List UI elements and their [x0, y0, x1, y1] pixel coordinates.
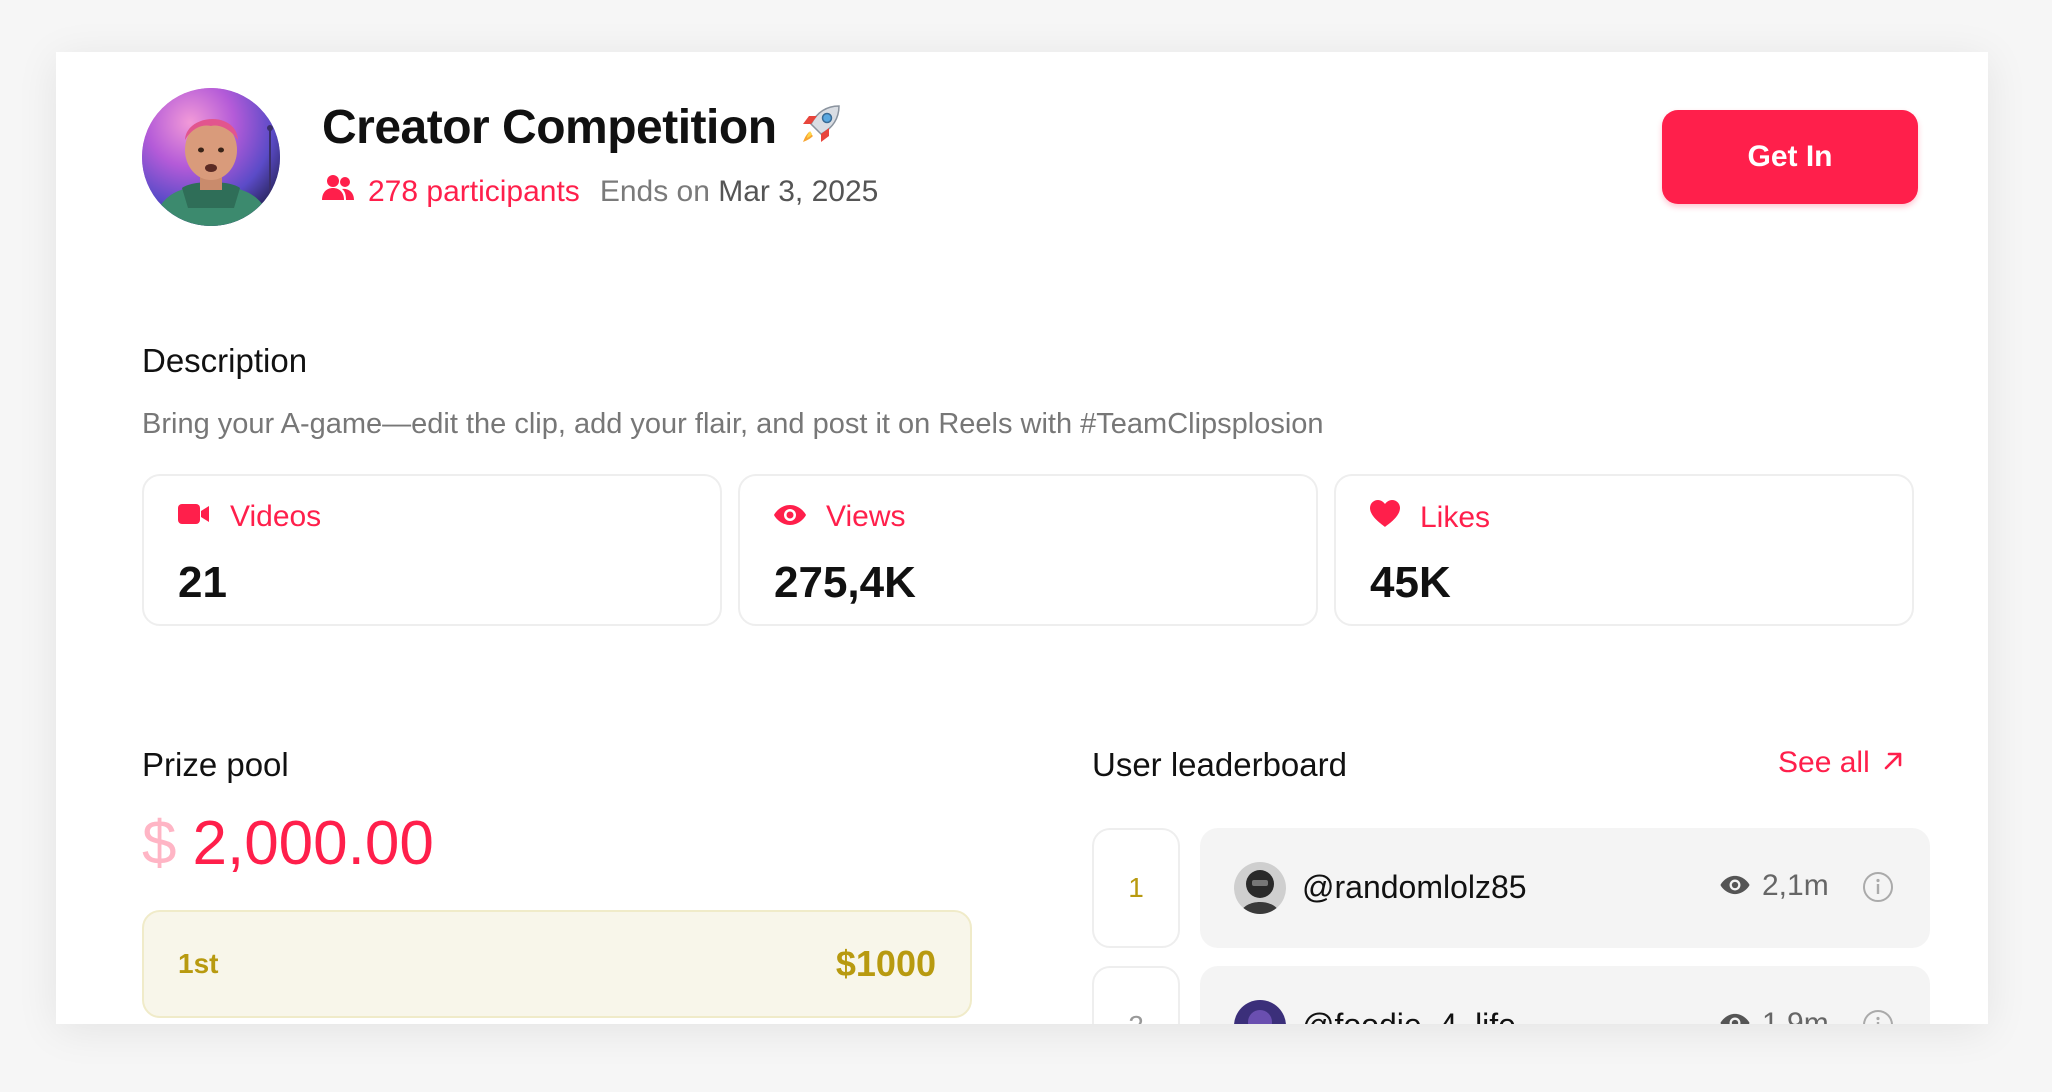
get-in-button[interactable]: Get In	[1662, 110, 1918, 204]
stat-card-videos: Videos 21	[142, 474, 722, 626]
users-icon	[322, 174, 354, 210]
user-avatar	[1234, 1000, 1286, 1024]
prize-currency: $	[142, 809, 177, 878]
info-icon[interactable]	[1862, 871, 1894, 908]
competition-title: Creator Competition	[322, 100, 843, 158]
leaderboard-username: @foodie_4_life	[1302, 1007, 1516, 1024]
see-all-label: See all	[1778, 746, 1870, 779]
heart-icon	[1370, 500, 1400, 536]
creator-avatar[interactable]	[142, 88, 280, 226]
see-all-link[interactable]: See all	[1778, 746, 1904, 780]
info-icon[interactable]	[1862, 1009, 1894, 1024]
rocket-icon	[799, 102, 843, 158]
prize-pool-amount: $2,000.00	[142, 808, 434, 879]
participants-count[interactable]: 278 participants	[322, 174, 580, 210]
leaderboard-views: 1,9m	[1720, 1007, 1829, 1024]
prize-amount-value: 2,000.00	[192, 809, 434, 878]
stat-value-videos: 21	[178, 558, 227, 607]
leaderboard-heading: User leaderboard	[1092, 746, 1347, 783]
prize-pool-heading: Prize pool	[142, 746, 289, 783]
leaderboard-views-value: 2,1m	[1762, 869, 1829, 902]
leaderboard-row[interactable]: @foodie_4_life 1,9m	[1200, 966, 1930, 1024]
stat-card-views: Views 275,4K	[738, 474, 1318, 626]
stat-label-views: Views	[774, 500, 905, 534]
prize-tier-rank: 1st	[178, 948, 219, 979]
participants-label: 278 participants	[368, 175, 580, 208]
user-avatar	[1234, 862, 1286, 914]
stat-label-likes: Likes	[1370, 500, 1490, 536]
end-date: Mar 3, 2025	[718, 175, 879, 208]
eye-icon	[774, 500, 806, 534]
leaderboard-row[interactable]: @randomlolz85 2,1m	[1200, 828, 1930, 948]
competition-card: Creator Competition 278 participants End…	[56, 52, 1988, 1024]
stat-card-likes: Likes 45K	[1334, 474, 1914, 626]
video-camera-icon	[178, 500, 210, 534]
leaderboard-rank-2: 2	[1092, 966, 1180, 1024]
eye-icon	[1720, 869, 1750, 903]
creator-avatar-image	[142, 88, 280, 226]
competition-meta: 278 participants Ends on Mar 3, 2025	[322, 174, 878, 210]
prize-tier-amount: $1000	[835, 943, 936, 984]
stat-value-views: 275,4K	[774, 558, 916, 607]
ends-prefix: Ends on	[599, 175, 710, 208]
description-text: Bring your A-game—edit the clip, add you…	[142, 408, 1324, 440]
competition-title-text: Creator Competition	[322, 101, 777, 154]
arrow-up-right-icon	[1882, 746, 1904, 780]
leaderboard-views: 2,1m	[1720, 869, 1829, 903]
eye-icon	[1720, 1007, 1750, 1024]
leaderboard-username: @randomlolz85	[1302, 869, 1527, 905]
stat-label-text: Likes	[1420, 501, 1491, 534]
end-date-info: Ends on Mar 3, 2025	[600, 175, 879, 209]
stat-label-text: Videos	[230, 500, 322, 533]
description-heading: Description	[142, 342, 308, 379]
stat-label-text: Views	[826, 500, 906, 533]
leaderboard-rank-1: 1	[1092, 828, 1180, 948]
stat-label-videos: Videos	[178, 500, 321, 534]
prize-tier-row: 1st $1000	[142, 910, 972, 1018]
stat-value-likes: 45K	[1370, 558, 1451, 607]
leaderboard-views-value: 1,9m	[1762, 1007, 1829, 1024]
